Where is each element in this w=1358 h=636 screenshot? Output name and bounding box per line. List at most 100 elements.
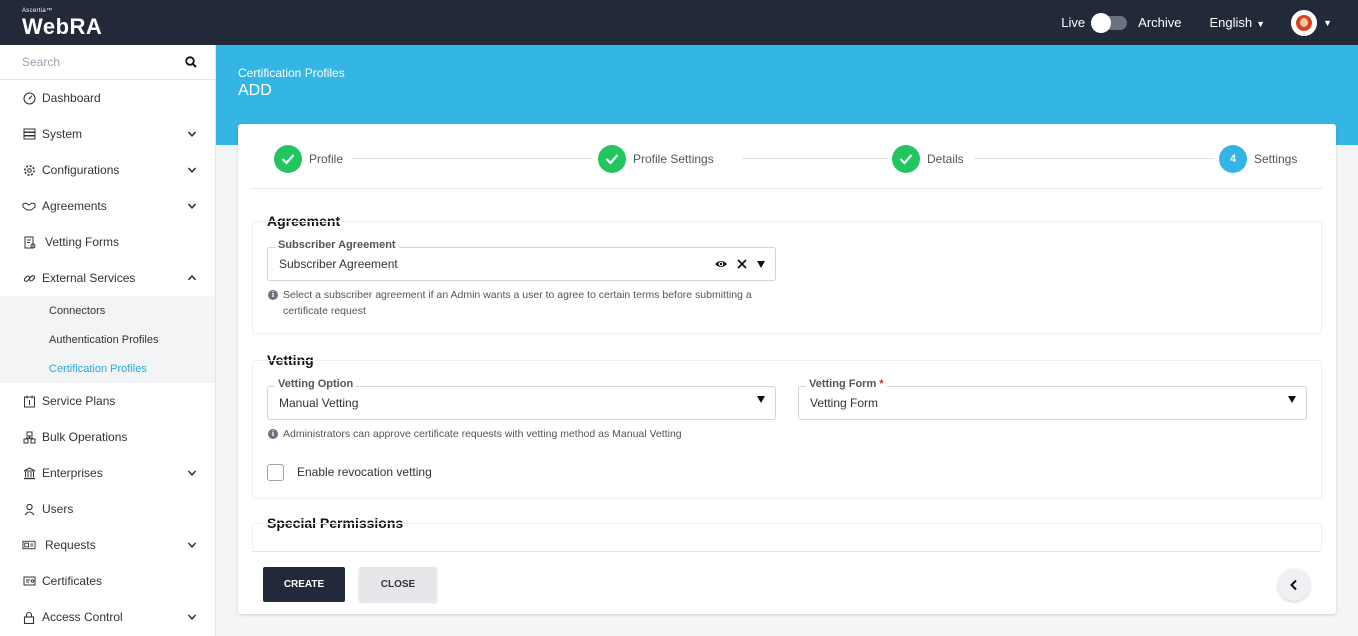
step-label: Settings	[1254, 152, 1298, 166]
dropdown-arrow-icon[interactable]	[1288, 396, 1296, 403]
sidebar-item-label: System	[42, 127, 83, 141]
step-label: Profile	[309, 152, 344, 166]
step-connector	[352, 158, 592, 159]
search-row	[0, 45, 215, 80]
handshake-icon	[22, 199, 36, 213]
toggle-knob	[1091, 12, 1112, 33]
check-icon	[274, 145, 302, 173]
sidebar-item-service-plans[interactable]: Service Plans	[0, 383, 215, 419]
check-icon	[892, 145, 920, 173]
sidebar-item-enterprises[interactable]: Enterprises	[0, 455, 215, 491]
field-actions	[757, 396, 765, 403]
sidebar-item-users[interactable]: Users	[0, 491, 215, 527]
link-icon	[22, 271, 36, 285]
dropdown-arrow-icon[interactable]	[757, 260, 765, 268]
field-label: Subscriber Agreement	[275, 239, 399, 251]
sidebar-item-requests[interactable]: Requests	[0, 527, 215, 563]
info-icon: i	[268, 290, 278, 300]
sidebar-item-bulk-operations[interactable]: Bulk Operations	[0, 419, 215, 455]
bulk-icon	[22, 430, 36, 444]
step-details[interactable]: Details	[892, 145, 964, 173]
top-right-controls: Live Archive English ▼ ▼	[1061, 0, 1358, 45]
footer-divider	[252, 551, 1322, 552]
sidebar-item-dashboard[interactable]: Dashboard	[0, 80, 215, 116]
close-icon[interactable]	[736, 258, 748, 270]
service-plans-icon	[22, 394, 36, 408]
form-card: Profile Profile Settings Details 4 Setti…	[238, 124, 1336, 614]
sidebar-item-label: Agreements	[42, 199, 107, 213]
dropdown-arrow-icon[interactable]	[757, 396, 765, 403]
vetting-form-select[interactable]: Vetting Form * Vetting Form	[798, 378, 1307, 420]
breadcrumb: Certification Profiles	[238, 66, 345, 80]
sidebar-item-external-services[interactable]: External Services	[0, 260, 215, 296]
eye-icon[interactable]	[714, 257, 728, 271]
revocation-vetting-label[interactable]: Enable revocation vetting	[297, 465, 432, 479]
top-bar: Ascertia™ WebRA Live Archive English ▼ ▼	[0, 0, 1358, 45]
subscriber-agreement-select[interactable]: Subscriber Agreement Subscriber Agreemen…	[267, 239, 776, 281]
live-label: Live	[1061, 15, 1086, 30]
field-label: Vetting Option	[275, 378, 357, 390]
field-label: Vetting Form *	[806, 378, 887, 390]
external-services-submenu: Connectors Authentication Profiles Certi…	[0, 296, 215, 383]
user-icon	[22, 502, 36, 516]
sidebar-item-label: Vetting Forms	[45, 235, 120, 249]
gear-icon	[22, 163, 36, 177]
step-profile-settings[interactable]: Profile Settings	[598, 145, 714, 173]
search-input[interactable]	[22, 55, 185, 69]
field-label-text: Vetting Form	[809, 378, 877, 390]
certificate-icon	[22, 574, 36, 588]
sidebar-subitem-certification-profiles[interactable]: Certification Profiles	[0, 354, 215, 383]
archive-label: Archive	[1138, 15, 1182, 30]
brand-name: WebRA	[22, 14, 103, 39]
sidebar-item-vetting-forms[interactable]: Vetting Forms	[0, 224, 215, 260]
collapse-button[interactable]	[1278, 569, 1310, 601]
chevron-down-icon	[187, 167, 197, 173]
sidebar-item-label: Requests	[45, 538, 96, 552]
caret-down-icon[interactable]: ▼	[1323, 18, 1332, 28]
chevron-left-icon	[1290, 579, 1297, 591]
hint-text: Select a subscriber agreement if an Admi…	[283, 289, 752, 317]
brand-logo[interactable]: Ascertia™ WebRA	[22, 8, 102, 39]
bank-icon	[22, 466, 36, 480]
sidebar-item-label: Enterprises	[42, 466, 103, 480]
sidebar-item-certificates[interactable]: Certificates	[0, 563, 215, 599]
caret-down-icon: ▼	[1256, 19, 1266, 29]
language-label: English	[1209, 15, 1253, 30]
chevron-up-icon	[187, 274, 197, 281]
language-selector[interactable]: English ▼	[1210, 15, 1266, 30]
required-marker: *	[879, 378, 884, 390]
field-actions	[1288, 396, 1296, 403]
revocation-vetting-checkbox[interactable]	[267, 464, 284, 481]
system-icon	[22, 127, 36, 141]
search-icon[interactable]	[185, 56, 197, 68]
create-button[interactable]: CREATE	[263, 567, 345, 602]
sidebar-subitem-connectors[interactable]: Connectors	[0, 296, 215, 325]
sidebar-subitem-authentication-profiles[interactable]: Authentication Profiles	[0, 325, 215, 354]
form-icon	[22, 235, 36, 249]
field-value: Subscriber Agreement	[279, 257, 398, 271]
chevron-down-icon	[187, 203, 197, 209]
special-permissions-section	[252, 523, 1322, 551]
field-actions	[714, 257, 765, 271]
sidebar-item-configurations[interactable]: Configurations	[0, 152, 215, 188]
requests-icon	[22, 538, 36, 552]
sidebar-item-system[interactable]: System	[0, 116, 215, 152]
avatar[interactable]	[1291, 9, 1318, 36]
step-profile[interactable]: Profile	[274, 145, 343, 173]
sidebar: Dashboard System Configurations Agreemen…	[0, 45, 216, 636]
step-number: 4	[1219, 145, 1247, 173]
page-title: ADD	[238, 82, 272, 99]
live-archive-toggle[interactable]	[1091, 12, 1128, 33]
sidebar-item-label: Access Control	[42, 610, 123, 624]
close-button[interactable]: CLOSE	[359, 567, 437, 602]
step-connector	[742, 158, 888, 159]
info-icon: i	[268, 429, 278, 439]
sidebar-item-label: Dashboard	[42, 91, 101, 105]
sidebar-item-label: Configurations	[42, 163, 120, 177]
sidebar-item-access-control[interactable]: Access Control	[0, 599, 215, 635]
step-settings[interactable]: 4 Settings	[1219, 145, 1297, 173]
agreement-hint: i Select a subscriber agreement if an Ad…	[268, 287, 773, 319]
sidebar-item-agreements[interactable]: Agreements	[0, 188, 215, 224]
vetting-option-select[interactable]: Vetting Option Manual Vetting	[267, 378, 776, 420]
sidebar-item-label: Certificates	[42, 574, 103, 588]
